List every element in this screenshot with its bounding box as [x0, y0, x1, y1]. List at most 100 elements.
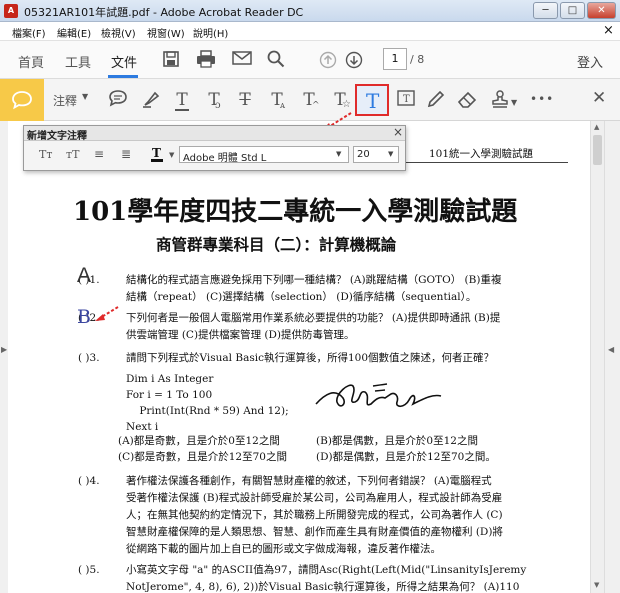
handwritten-answer-1[interactable]: A — [77, 264, 91, 288]
exam-subtitle: 商管群專業科目（二）：計算機概論 — [156, 235, 397, 254]
decrease-line-spacing-icon[interactable]: ≡ — [94, 147, 104, 161]
next-page-icon[interactable] — [344, 51, 364, 74]
search-icon[interactable] — [265, 50, 287, 73]
replace-text-icon[interactable]: Tᴀ — [265, 89, 289, 111]
insert-text-icon[interactable]: T ^ — [297, 89, 321, 111]
question-4-line-4: 智慧財產權保障的是人類思想、智慧、創作而產生具有財產價值的產物權利 (D)將 — [126, 526, 503, 538]
print-icon[interactable] — [194, 50, 218, 73]
document-page: 101統一入學測驗試題 101學年度四技二專統一入學測驗試題 商管群專業科目（二… — [8, 121, 590, 593]
tab-document[interactable]: 文件 — [111, 52, 137, 71]
question-4-line-5: 從網路下載的圖片加上自已的圖形或文字做成海報，違反著作權法。 — [126, 543, 441, 555]
acrobat-app-icon: A — [4, 4, 18, 18]
pencil-icon[interactable] — [424, 89, 448, 111]
handwritten-answer-2[interactable]: B — [77, 306, 91, 328]
menu-close-document-icon[interactable]: × — [603, 23, 614, 38]
increase-font-size-icon[interactable]: тT — [66, 148, 79, 161]
question-2-line-1: 下列何者是一般個人電腦常用作業系統必要提供的功能？ (A)提供即時通訊 (B)提 — [126, 312, 501, 324]
code-line-2: For i = 1 To 100 — [126, 389, 213, 401]
red-arrow-to-answer — [95, 306, 119, 321]
comment-label[interactable]: 注釋 — [53, 92, 77, 109]
font-size-value: 20 — [357, 149, 370, 160]
menu-file[interactable]: 檔案(F) — [12, 25, 46, 40]
more-tools-icon[interactable]: ••• — [530, 92, 554, 106]
text-color-chevron-icon[interactable]: ▼ — [169, 151, 174, 159]
code-line-1: Dim i As Integer — [126, 373, 214, 385]
menu-edit[interactable]: 編輯(E) — [57, 25, 91, 40]
code-line-3: Print(Int(Rnd * 59) And 12); — [126, 405, 289, 417]
font-select[interactable]: Adobe 明體 Std L ▼ — [179, 146, 349, 164]
decrease-font-size-icon[interactable]: Tт — [39, 148, 52, 161]
menu-help[interactable]: 說明(H) — [193, 25, 228, 40]
sticky-note-icon[interactable] — [106, 89, 130, 111]
add-text-comment-icon: T — [366, 89, 380, 113]
stamp-icon[interactable] — [488, 89, 512, 111]
question-number-3: ( )3. — [78, 352, 100, 364]
text-color-icon[interactable]: T — [151, 146, 165, 162]
font-size-select[interactable]: 20 ▼ — [353, 146, 399, 163]
page-total: / 8 — [410, 53, 425, 66]
text-comment-properties-popup: 新增文字注釋 × Tт тT ≡ ≣ T ▼ Adobe 明體 Std L ▼ … — [23, 125, 406, 171]
question-3-option-d: (D)都是偶數，且是介於12至70之間。 — [316, 451, 496, 463]
save-icon[interactable] — [160, 50, 182, 73]
strikethrough-text-icon[interactable]: T — [233, 89, 257, 111]
exam-title: 101學年度四技二專統一入學測驗試題 — [73, 197, 518, 227]
popup-title: 新增文字注釋 — [27, 131, 87, 142]
page-number-input[interactable]: 1 — [383, 48, 407, 70]
underline-text-icon[interactable]: T — [170, 89, 194, 111]
scroll-up-icon[interactable]: ▲ — [594, 123, 599, 131]
add-text-comment-button[interactable]: T — [355, 84, 389, 116]
popup-title-bar[interactable]: 新增文字注釋 × — [24, 125, 405, 142]
highlight-pen-icon[interactable] — [139, 89, 163, 111]
question-1-line-1: 結構化的程式語言應避免採用下列哪一種結構？ (A)跳躍結構（GOTO） (B)重… — [126, 274, 502, 286]
comment-tool-tab[interactable] — [0, 79, 44, 121]
signin-link[interactable]: 登入 — [577, 52, 603, 71]
font-select-chevron-icon: ▼ — [336, 150, 342, 158]
main-toolbar: 首頁 工具 文件 登入 — [0, 41, 620, 79]
comment-bubble-icon — [12, 91, 32, 110]
active-tab-indicator — [108, 75, 138, 78]
question-5-line-2: NotJerome", 4, 8), 6), 2))於Visual Basic執… — [126, 581, 520, 593]
font-select-value: Adobe 明體 Std L — [183, 153, 267, 164]
minimize-button[interactable]: ─ — [533, 2, 558, 19]
popup-close-icon[interactable]: × — [393, 125, 403, 139]
tab-home[interactable]: 首頁 — [18, 52, 44, 71]
question-4-line-3: 人；在無其他契約約定情況下，其於職務上所開發完成的程式，公司為著作人 (C) — [126, 509, 503, 521]
expand-right-pane-icon[interactable]: ◀ — [608, 345, 614, 354]
left-pane-collapsed[interactable]: ▶ — [0, 121, 8, 593]
maximize-button[interactable]: □ — [560, 2, 585, 19]
expand-left-pane-icon[interactable]: ▶ — [1, 345, 7, 354]
question-number-4: ( )4. — [78, 475, 100, 487]
menu-view[interactable]: 檢視(V) — [101, 25, 136, 40]
vertical-scrollbar[interactable]: ▲ ▼ — [590, 121, 604, 593]
text-box-icon[interactable]: T — [394, 89, 418, 111]
email-icon[interactable] — [230, 50, 254, 71]
insert-text-comment-icon[interactable]: Tɔ — [202, 89, 226, 111]
increase-line-spacing-icon[interactable]: ≣ — [121, 147, 131, 161]
question-4-line-1: 著作權法保護各種創作，有關智慧財產權的敘述，下列何者錯誤？ (A)電腦程式 — [126, 475, 492, 487]
menu-bar: 檔案(F) 編輯(E) 檢視(V) 視窗(W) 說明(H) × — [0, 22, 620, 41]
scroll-down-icon[interactable]: ▼ — [594, 581, 599, 589]
add-note-to-replace-icon[interactable]: T ☆ — [328, 89, 352, 111]
stamp-dropdown-chevron-icon[interactable]: ▼ — [511, 98, 517, 107]
close-window-button[interactable]: ✕ — [587, 2, 616, 19]
question-3-option-c: (C)都是奇數，且是介於12至70之間 — [118, 451, 287, 463]
handwritten-signature — [315, 383, 442, 408]
question-2-line-2: 供雲端管理 (C)提供檔案管理 (D)提供防毒管理。 — [126, 329, 355, 341]
eraser-icon[interactable] — [455, 89, 479, 111]
previous-page-icon[interactable] — [318, 51, 338, 74]
question-number-5: ( )5. — [78, 564, 100, 576]
question-3-option-a: (A)都是奇數，且是介於0至12之間 — [118, 435, 280, 447]
window-title: 05321AR101年試題.pdf - Adobe Acrobat Reader… — [24, 6, 304, 19]
comment-dropdown-chevron-icon[interactable]: ▼ — [82, 92, 88, 101]
menu-window[interactable]: 視窗(W) — [147, 25, 185, 40]
right-pane-collapsed[interactable]: ◀ — [604, 121, 620, 593]
question-4-line-2: 受著作權法保護 (B)程式設計師受雇於某公司，公司為雇用人，程式設計師為受雇 — [126, 492, 503, 504]
tab-tools[interactable]: 工具 — [65, 52, 91, 71]
close-comment-toolbar-icon[interactable]: ✕ — [592, 88, 606, 108]
question-5-line-1: 小寫英文字母 "a" 的ASCII值為97，請問Asc(Right(Left(M… — [126, 564, 527, 576]
svg-text:T: T — [403, 94, 410, 105]
page-header-text: 101統一入學測驗試題 — [429, 148, 534, 160]
scrollbar-thumb[interactable] — [593, 135, 602, 165]
question-1-line-2: 結構（repeat） (C)選擇結構（selection） (D)循序結構（se… — [126, 291, 477, 303]
question-3-line-1: 請問下列程式於Visual Basic執行運算後，所得100個數值之陳述，何者正… — [126, 352, 495, 364]
